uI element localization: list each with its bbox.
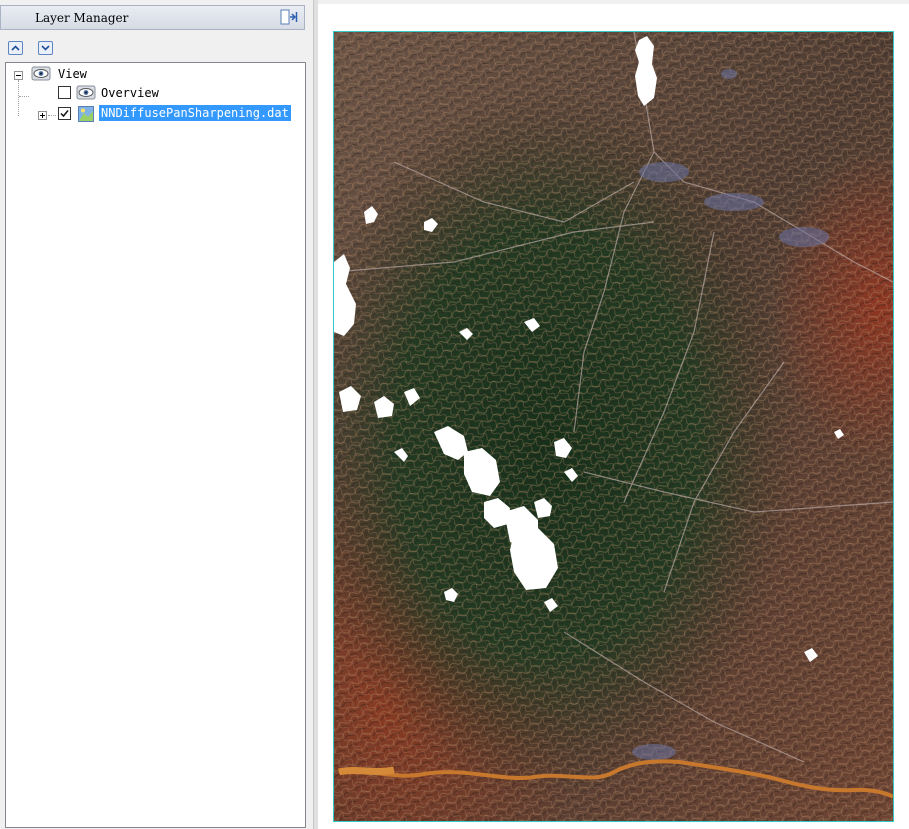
raster-layer-visibility-checkbox[interactable] (58, 107, 71, 120)
layer-manager-panel: Layer Manager View Overview NNDiffusePan… (0, 0, 313, 829)
collapse-toggle[interactable] (14, 71, 23, 80)
move-layer-up-button[interactable] (8, 41, 23, 55)
tree-node-view[interactable]: View (6, 66, 306, 84)
pin-panel-icon[interactable] (280, 9, 298, 26)
tree-node-label: Overview (101, 86, 159, 100)
raster-image-icon (78, 106, 94, 122)
map-view[interactable] (318, 4, 909, 829)
tree-node-label-selected: NNDiffusePanSharpening.dat (99, 105, 291, 121)
eye-icon (76, 85, 96, 101)
checkmark-icon (60, 110, 69, 118)
satellite-imagery-render (334, 32, 893, 821)
tree-node-label: View (58, 67, 87, 81)
overview-visibility-checkbox[interactable] (58, 86, 71, 99)
eye-icon (31, 66, 51, 82)
move-layer-down-button[interactable] (38, 41, 53, 55)
tree-node-overview[interactable]: Overview (6, 85, 306, 103)
tree-node-raster-layer[interactable]: NNDiffusePanSharpening.dat (6, 105, 306, 123)
chevron-down-icon (41, 45, 50, 51)
satellite-image[interactable] (333, 31, 894, 822)
layer-tree: View Overview NNDiffusePanSharpening.dat (5, 62, 306, 828)
panel-title: Layer Manager (35, 11, 129, 25)
chevron-up-icon (11, 45, 20, 51)
panel-titlebar: Layer Manager (0, 5, 305, 30)
expand-toggle[interactable] (38, 111, 47, 120)
